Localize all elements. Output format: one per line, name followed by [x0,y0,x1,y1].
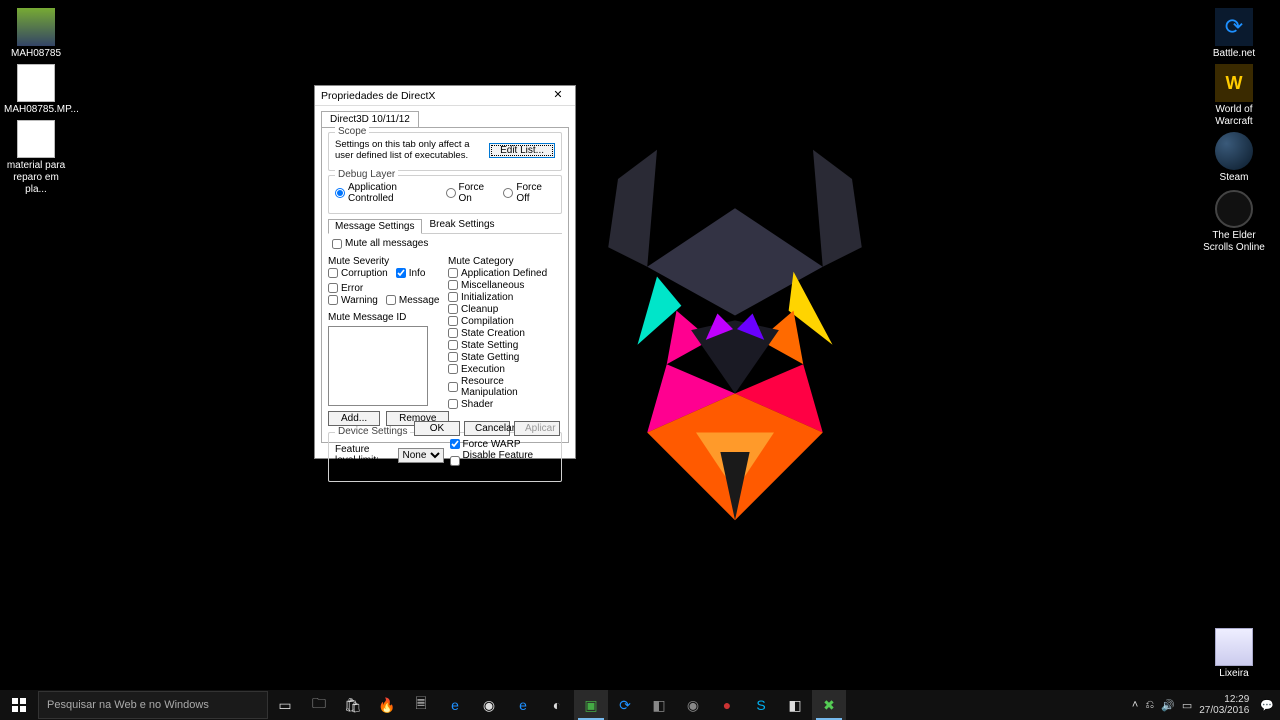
checkbox-error[interactable]: Error [328,283,438,294]
desktop-icon-mpfile[interactable]: MAH08785.MP... [4,64,68,116]
taskbar-app3[interactable]: ◉ [676,690,710,720]
wallpaper [0,0,1280,720]
ok-button[interactable]: OK [414,421,460,436]
mute-category-title: Mute Category [448,256,562,267]
checkbox-force-warp[interactable]: Force WARP [450,439,555,450]
directx-properties-dialog: Propriedades de DirectX ✕ Direct3D 10/11… [314,85,576,459]
titlebar[interactable]: Propriedades de DirectX ✕ [315,86,575,106]
tray-clock[interactable]: 12:29 27/03/2016 [1199,694,1253,716]
debug-layer-group: Debug Layer Application Controlled Force… [328,175,562,214]
cancel-button[interactable]: Cancelar [464,421,510,436]
video-icon [17,8,55,46]
checkbox-cat-6[interactable]: State Setting [448,340,562,351]
mute-msg-id-listbox[interactable] [328,326,428,406]
file-icon [17,64,55,102]
desktop-icon-video[interactable]: MAH08785 [4,8,68,60]
checkbox-info[interactable]: Info [396,268,426,279]
start-button[interactable] [0,690,38,720]
eso-icon [1215,190,1253,228]
tab-panel: Scope Settings on this tab only affect a… [321,127,569,443]
taskbar-battlenet[interactable]: ⟳ [608,690,642,720]
checkbox-corruption[interactable]: Corruption [328,268,388,279]
subtab-message-settings[interactable]: Message Settings [328,219,422,234]
feature-level-label: Feature level limit: [335,444,392,466]
tray-lang-icon[interactable]: ▭ [1182,699,1192,712]
add-button[interactable]: Add... [328,411,380,426]
taskbar-steam[interactable]: ◐ [540,690,574,720]
subtab-break-settings[interactable]: Break Settings [424,218,501,233]
taskbar-ie[interactable]: e [438,690,472,720]
taskbar-camtasia[interactable]: ▣ [574,690,608,720]
taskbar-directx[interactable]: ✖ [812,690,846,720]
tray-notifications-icon[interactable]: 💬 [1260,699,1274,712]
edit-list-button[interactable]: Edit List... [489,143,555,158]
wolf-artwork [540,120,930,550]
checkbox-cat-2[interactable]: Initialization [448,292,562,303]
checkbox-mute-all[interactable]: Mute all messages [332,238,428,249]
recycle-icon [1215,628,1253,666]
subtabs: Message Settings Break Settings [328,218,562,234]
desktop-icon-steam[interactable]: Steam [1202,132,1266,184]
close-button[interactable]: ✕ [543,88,573,104]
desktop-icon-battlenet[interactable]: ⟳ Battle.net [1202,8,1266,60]
scope-text: Settings on this tab only affect a user … [335,139,483,161]
task-view-button[interactable]: ▭ [268,690,302,720]
checkbox-cat-8[interactable]: Execution [448,364,562,375]
radio-force-on[interactable]: Force On [446,182,498,204]
taskbar-explorer[interactable]: 🗀 [302,690,336,720]
taskbar-skype[interactable]: S [744,690,778,720]
wow-icon: W [1215,64,1253,102]
scope-title: Scope [335,126,369,137]
window-title: Propriedades de DirectX [321,90,435,102]
mute-category-column: Mute Category Application Defined Miscel… [448,254,562,426]
checkbox-cat-9[interactable]: Resource Manipulation [448,376,562,398]
windows-icon [12,698,26,712]
device-settings-group: Device Settings Feature level limit: Non… [328,432,562,482]
taskbar: Pesquisar na Web e no Windows ▭ 🗀 🛍 🔥 🗏 … [0,690,1280,720]
checkbox-cat-4[interactable]: Compilation [448,316,562,327]
debug-title: Debug Layer [335,169,398,180]
tray-network-icon[interactable]: ⎌ [1145,699,1154,712]
checkbox-message[interactable]: Message [386,295,440,306]
device-title: Device Settings [335,426,410,437]
desktop-icon-textfile[interactable]: material para reparo em pla... [4,120,68,196]
taskbar-app5[interactable]: ◧ [778,690,812,720]
search-box[interactable]: Pesquisar na Web e no Windows [38,691,268,719]
apply-button[interactable]: Aplicar [514,421,560,436]
checkbox-cat-0[interactable]: Application Defined [448,268,562,279]
tray-volume-icon[interactable]: 🔊 [1161,699,1175,712]
mute-msg-id-label: Mute Message ID [328,312,438,323]
desktop-icon-wow[interactable]: W World of Warcraft [1202,64,1266,128]
desktop-icon-recycle[interactable]: Lixeira [1202,628,1266,680]
taskbar-edge[interactable]: e [506,690,540,720]
radio-app-controlled[interactable]: Application Controlled [335,182,440,204]
checkbox-cat-3[interactable]: Cleanup [448,304,562,315]
taskbar-app1[interactable]: 🔥 [370,690,404,720]
taskbar-app2[interactable]: ◧ [642,690,676,720]
checkbox-cat-10[interactable]: Shader [448,399,562,410]
radio-force-off[interactable]: Force Off [503,182,555,204]
checkbox-disable-upgrade[interactable]: Disable Feature Level Upgrade [450,450,555,472]
taskbar-chrome[interactable]: ◉ [472,690,506,720]
steam-icon [1215,132,1253,170]
taskbar-notepad[interactable]: 🗏 [404,690,438,720]
feature-level-select[interactable]: None [398,448,444,463]
taskbar-app4[interactable]: ● [710,690,744,720]
mute-severity-title: Mute Severity [328,256,438,267]
scope-group: Scope Settings on this tab only affect a… [328,132,562,171]
battlenet-icon: ⟳ [1215,8,1253,46]
desktop-icon-eso[interactable]: The Elder Scrolls Online [1202,190,1266,254]
checkbox-cat-5[interactable]: State Creation [448,328,562,339]
checkbox-cat-7[interactable]: State Getting [448,352,562,363]
sys-tray: ˄ ⎌ 🔊 ▭ 12:29 27/03/2016 💬 [1132,694,1280,716]
tray-chevron-icon[interactable]: ˄ [1132,699,1138,711]
taskbar-store[interactable]: 🛍 [336,690,370,720]
textfile-icon [17,120,55,158]
tab-strip: Direct3D 10/11/12 [315,106,575,127]
checkbox-cat-1[interactable]: Miscellaneous [448,280,562,291]
checkbox-warning[interactable]: Warning [328,295,378,306]
